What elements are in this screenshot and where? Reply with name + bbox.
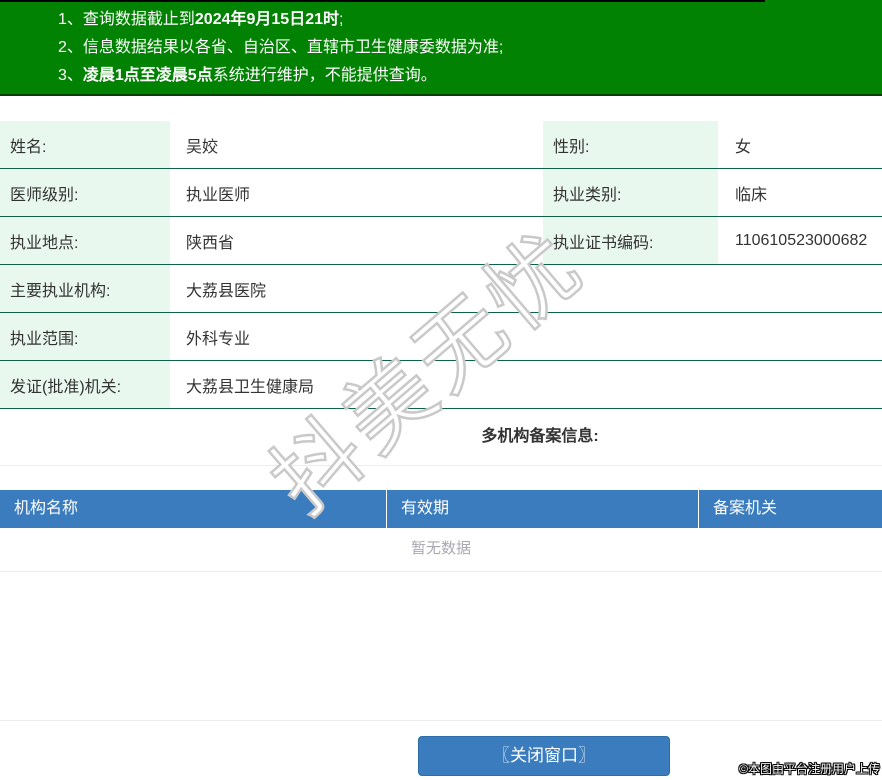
field-label-practice-scope: 执业范围:	[0, 313, 170, 360]
notice-line-1: 1、查询数据截止到2024年9月15日21时;	[58, 6, 872, 34]
field-value-practice-scope: 外科专业	[170, 313, 882, 360]
field-label-name: 姓名:	[0, 121, 170, 168]
notice-banner: 1、查询数据截止到2024年9月15日21时; 2、信息数据结果以各省、自治区、…	[0, 0, 882, 96]
field-label-doctor-level: 医师级别:	[0, 169, 170, 216]
field-label-practice-category: 执业类别:	[543, 169, 718, 216]
field-label-main-institution: 主要执业机构:	[0, 265, 170, 312]
notice-bold-text: 凌晨1点至凌晨5点	[82, 67, 213, 84]
field-value-practice-category: 临床	[718, 169, 882, 216]
table-row-issuing-authority: 发证(批准)机关: 大荔县卫生健康局	[0, 361, 882, 409]
table-row-main-institution: 主要执业机构: 大荔县医院	[0, 265, 882, 313]
field-label-issuing-authority: 发证(批准)机关:	[0, 361, 170, 408]
spacer-divider	[0, 572, 882, 721]
field-label-practice-location: 执业地点:	[0, 217, 170, 264]
notice-line-2: 2、信息数据结果以各省、自治区、直辖市卫生健康委数据为准;	[58, 34, 872, 62]
table-row-level-category: 医师级别: 执业医师 执业类别: 临床	[0, 169, 882, 217]
table-row-name-gender: 姓名: 吴姣 性别: 女	[0, 121, 882, 169]
notice-text: 3、	[58, 67, 83, 84]
field-value-name: 吴姣	[170, 121, 543, 168]
close-window-button[interactable]: 〖关闭窗口〗	[418, 736, 670, 776]
copyright-stamp: ©本图由平台注册用户上传	[739, 762, 880, 776]
field-value-gender: 女	[718, 121, 882, 168]
field-value-main-institution: 大荔县医院	[170, 265, 882, 312]
column-header-record-authority: 备案机关	[713, 500, 778, 517]
org-table-header: 机构名称 有效期 备案机关	[0, 490, 882, 528]
empty-data-text: 暂无数据	[0, 528, 882, 572]
table-row-practice-scope: 执业范围: 外科专业	[0, 313, 882, 361]
top-border-line	[0, 0, 765, 2]
field-value-practice-location: 陕西省	[170, 217, 543, 264]
notice-text: 系统进行维护，不能提供查询。	[212, 67, 437, 84]
column-header-validity-period: 有效期	[387, 490, 699, 528]
table-row-location-certno: 执业地点: 陕西省 执业证书编码: 110610523000682	[0, 217, 882, 265]
notice-line-3: 3、凌晨1点至凌晨5点系统进行维护，不能提供查询。	[58, 62, 872, 90]
notice-bold-text: 2024年9月15日21时	[194, 11, 339, 28]
notice-text: ;	[339, 11, 344, 28]
field-label-gender: 性别:	[543, 121, 718, 168]
notice-text: 1、查询数据截止到	[58, 11, 195, 28]
column-header-institution-name: 机构名称	[0, 490, 387, 528]
query-result-page: 1、查询数据截止到2024年9月15日21时; 2、信息数据结果以各省、自治区、…	[0, 0, 882, 780]
notice-text: 2、信息数据结果以各省、自治区、直辖市卫生健康委数据为准;	[58, 39, 504, 56]
multi-institution-section-title: 多机构备案信息:	[0, 409, 882, 466]
doctor-info-table: 姓名: 吴姣 性别: 女 医师级别: 执业医师 执业类别: 临床 执业地点: 陕…	[0, 121, 882, 409]
field-value-certificate-number: 110610523000682	[718, 217, 882, 264]
field-label-certificate-number: 执业证书编码:	[543, 217, 718, 264]
field-value-issuing-authority: 大荔县卫生健康局	[170, 361, 882, 408]
field-value-doctor-level: 执业医师	[170, 169, 543, 216]
